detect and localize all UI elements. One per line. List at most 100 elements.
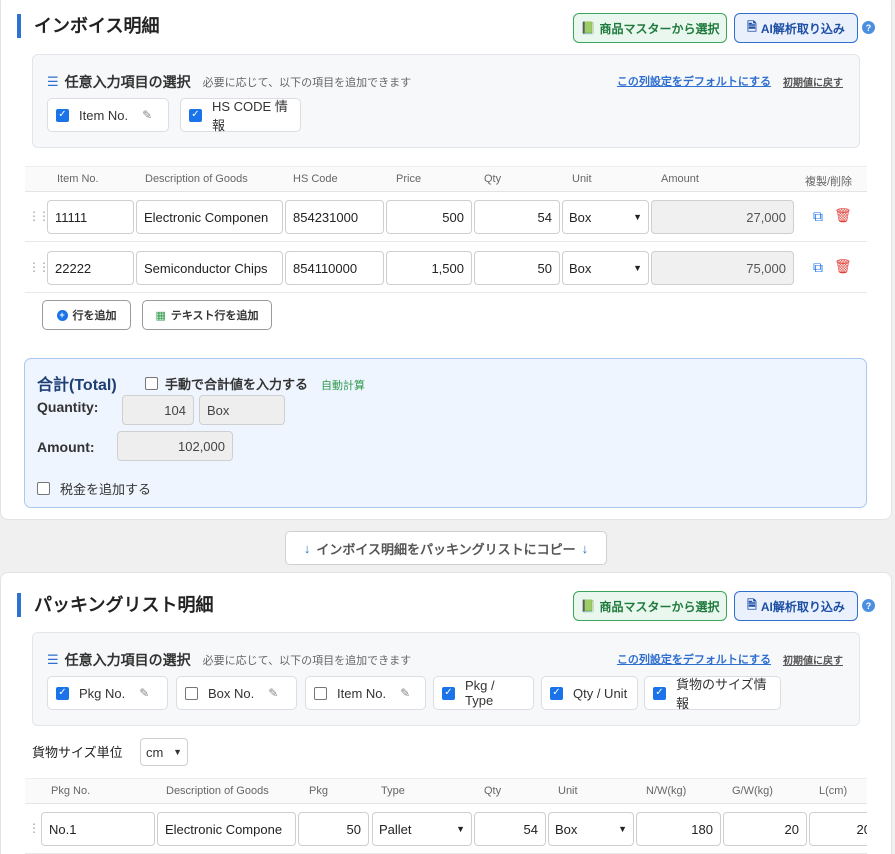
gw-input[interactable]: 20 [723,812,807,846]
option-chip-hs-code[interactable]: ✓ HS CODE 情報 [180,98,301,133]
checkbox-checked-icon[interactable]: ✓ [56,686,69,700]
drag-handle-icon[interactable]: ⋮⋮ [28,209,50,223]
checkbox-checked-icon[interactable]: ✓ [442,686,455,700]
col-pkg: Pkg [309,785,328,797]
text-row-icon: ▦ [155,309,166,322]
col-price: Price [396,173,422,185]
col-nw: N/W(kg) [646,785,687,797]
pencil-icon[interactable]: ✎ [268,686,278,700]
option-chip-pkg-type[interactable]: ✓ Pkg / Type [433,676,534,710]
packing-optional-hint: 必要に応じて、以下の項目を追加できます [202,655,412,667]
option-chip-pkg-no[interactable]: ✓ Pkg No. ✎ [47,676,168,710]
total-quantity-unit: Box [199,395,285,425]
invoice-optional-title: 任意入力項目の選択 [64,74,191,90]
option-chip-qty-unit[interactable]: ✓ Qty / Unit [541,676,638,710]
pkg-no-input[interactable]: No.1 [41,812,155,846]
trash-icon[interactable]: 🗑 [834,258,852,275]
packing-ai-import-label: AI解析取り込み [760,599,845,614]
packing-help-icon[interactable]: ? [862,599,875,612]
invoice-ai-import-button[interactable]: 🗎 AI解析取り込み [734,13,858,43]
col-unit: Unit [572,173,592,185]
packing-master-select-button[interactable]: 📗 商品マスターから選択 [573,591,727,621]
item-no-input[interactable]: 22222 [47,251,134,285]
pencil-icon[interactable]: ✎ [400,686,410,700]
col-hs-code: HS Code [293,173,338,185]
pencil-icon[interactable]: ✎ [142,108,152,122]
col-gw: G/W(kg) [732,785,773,797]
packing-set-default-link[interactable]: この列設定をデフォルトにする [617,651,771,667]
manual-total-toggle[interactable]: 手動で合計値を入力する [145,374,308,393]
price-input[interactable]: 1,500 [386,251,472,285]
chevron-down-icon: ▼ [618,824,627,834]
option-chip-item-no[interactable]: Item No. ✎ [305,676,426,710]
qty-input[interactable]: 54 [474,200,560,234]
arrow-down-icon: ↓ [581,540,589,556]
description-input[interactable]: Electronic Compone [157,812,296,846]
option-chip-cargo-size[interactable]: ✓ 貨物のサイズ情報 [644,676,781,711]
hs-code-input[interactable]: 854110000 [285,251,384,285]
packing-optional-title-row: ☰ 任意入力項目の選択 必要に応じて、以下の項目を追加できます [47,650,411,670]
description-input[interactable]: Electronic Componen [136,200,283,234]
col-pkg-no: Pkg No. [51,785,91,797]
packing-table-header: Pkg No. Description of Goods Pkg Type Qt… [25,778,867,804]
pencil-icon[interactable]: ✎ [139,686,149,700]
checkbox-unchecked-icon[interactable] [185,686,198,700]
invoice-optional-title-row: ☰ 任意入力項目の選択 必要に応じて、以下の項目を追加できます [47,72,411,92]
qty-input[interactable]: 54 [474,812,546,846]
total-quantity-field: 104 [122,395,194,425]
add-tax-toggle[interactable]: 税金を追加する [37,479,151,498]
checkbox-unchecked-icon[interactable] [314,686,327,700]
checkbox-unchecked-icon[interactable] [37,482,50,495]
col-l: L(cm) [819,785,848,797]
add-row-label: 行を追加 [72,310,117,322]
qty-input[interactable]: 50 [474,251,560,285]
description-input[interactable]: Semiconductor Chips [136,251,283,285]
table-row: ⋮⋮ 22222 Semiconductor Chips 854110000 1… [25,243,867,293]
price-input[interactable]: 500 [386,200,472,234]
unit-select[interactable]: Box ▼ [562,251,649,285]
col-item-no: Item No. [57,173,99,185]
invoice-reset-link[interactable]: 初期値に戻す [783,74,843,89]
pkg-input[interactable]: 50 [298,812,369,846]
invoice-optional-hint: 必要に応じて、以下の項目を追加できます [202,77,412,89]
duplicate-icon[interactable]: ⧉ [813,208,823,225]
option-chip-item-no[interactable]: ✓ Item No. ✎ [47,98,169,132]
hs-code-input[interactable]: 854231000 [285,200,384,234]
add-text-row-label: テキスト行を追加 [170,310,259,322]
amount-readonly: 27,000 [651,200,794,234]
option-chip-label: Pkg No. [79,685,126,701]
copy-to-packing-button[interactable]: ↓ インボイス明細をパッキングリストにコピー ↓ [285,531,607,565]
option-chip-label: HS CODE 情報 [212,99,288,133]
invoice-help-icon[interactable]: ? [862,21,875,34]
unit-select[interactable]: Box ▼ [562,200,649,234]
quantity-label: Quantity: [37,399,99,415]
duplicate-icon[interactable]: ⧉ [813,259,823,276]
type-select[interactable]: Pallet ▼ [372,812,472,846]
col-description: Description of Goods [166,785,269,797]
total-title: 合計(Total) [37,377,117,394]
unit-select[interactable]: Box ▼ [548,812,634,846]
packing-section-title: パッキングリスト明細 [17,593,213,617]
checkbox-unchecked-icon[interactable] [145,377,158,390]
trash-icon[interactable]: 🗑 [834,207,852,224]
sliders-icon: ☰ [47,652,59,667]
length-input[interactable]: 20 [809,812,867,846]
checkbox-checked-icon[interactable]: ✓ [653,686,666,700]
packing-ai-import-button[interactable]: 🗎 AI解析取り込み [734,591,858,621]
nw-input[interactable]: 180 [636,812,721,846]
checkbox-checked-icon[interactable]: ✓ [550,686,563,700]
invoice-master-select-button[interactable]: 📗 商品マスターから選択 [573,13,727,43]
manual-total-label: 手動で合計値を入力する [165,377,309,392]
add-row-button[interactable]: + 行を追加 [42,300,131,330]
add-text-row-button[interactable]: ▦ テキスト行を追加 [142,300,272,330]
chevron-down-icon: ▼ [633,263,642,273]
book-icon: 📗 [580,599,596,613]
item-no-input[interactable]: 11111 [47,200,134,234]
size-unit-select[interactable]: cm ▼ [140,738,188,766]
drag-handle-icon[interactable]: ⋮⋮ [28,260,50,274]
option-chip-box-no[interactable]: Box No. ✎ [176,676,297,710]
checkbox-checked-icon[interactable]: ✓ [56,108,69,122]
packing-reset-link[interactable]: 初期値に戻す [783,652,843,667]
invoice-set-default-link[interactable]: この列設定をデフォルトにする [617,73,771,89]
checkbox-checked-icon[interactable]: ✓ [189,108,202,122]
